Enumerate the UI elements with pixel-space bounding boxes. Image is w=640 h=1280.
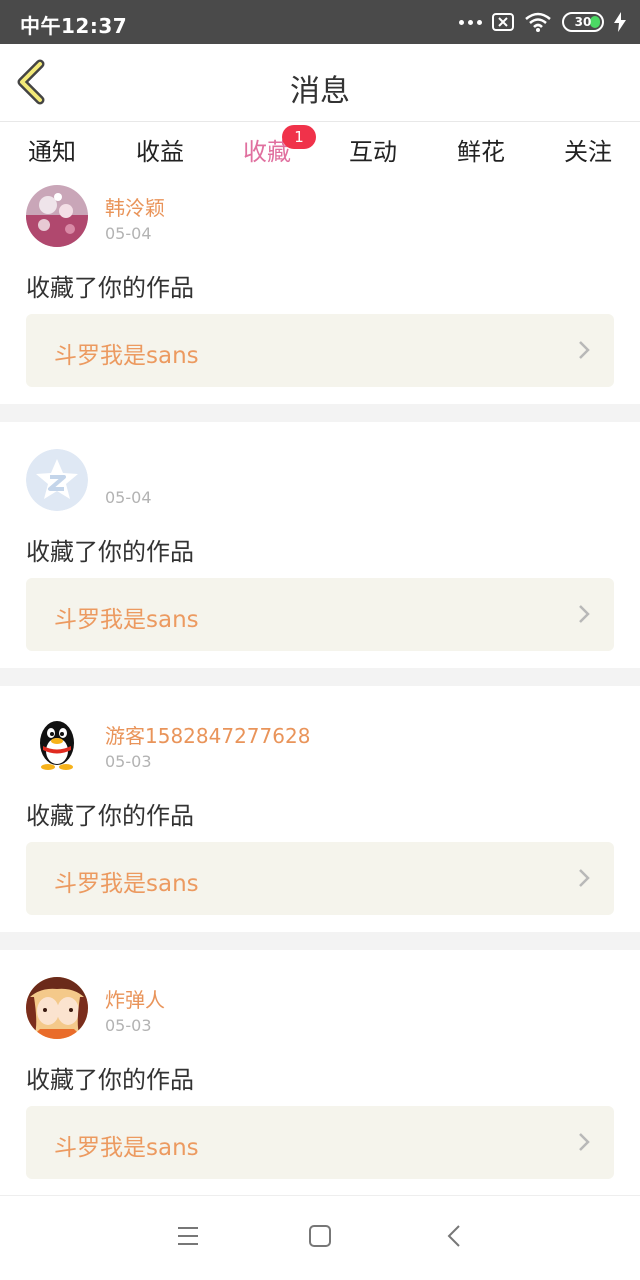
work-link[interactable]: 斗罗我是sans (26, 1106, 614, 1179)
user-avatar[interactable] (26, 977, 88, 1039)
tab-label: 收益 (136, 138, 184, 166)
header: 消息 (0, 44, 640, 122)
card-separator (0, 404, 640, 422)
more-dots-icon (459, 19, 482, 25)
work-link[interactable]: 斗罗我是sans (26, 578, 614, 651)
sim-blocked-icon (492, 13, 514, 31)
message-text: 收藏了你的作品 (26, 1066, 194, 1094)
work-title: 斗罗我是sans (54, 871, 199, 897)
message-card: 韩泠颖 05-04 收藏了你的作品 斗罗我是sans (0, 182, 640, 404)
anime-avatar-icon (26, 977, 88, 1039)
back-nav-button[interactable] (444, 1224, 464, 1252)
tab-notifications[interactable]: 通知 (2, 132, 102, 180)
tab-earnings[interactable]: 收益 (110, 132, 210, 180)
chevron-right-icon (579, 1133, 590, 1151)
status-icons: 30 (459, 8, 626, 36)
work-link[interactable]: 斗罗我是sans (26, 842, 614, 915)
back-triangle-icon (447, 1225, 460, 1247)
tab-label: 鲜花 (457, 138, 505, 166)
work-title: 斗罗我是sans (54, 343, 199, 369)
tab-badge: 1 (282, 125, 316, 149)
message-date: 05-03 (105, 752, 152, 771)
message-date: 05-04 (105, 224, 152, 243)
photo-avatar-icon (26, 185, 88, 247)
message-date: 05-04 (105, 488, 152, 507)
user-avatar[interactable] (26, 713, 88, 775)
penguin-avatar-icon (26, 713, 88, 775)
tab-following[interactable]: 关注 (538, 132, 638, 180)
menu-button[interactable] (176, 1224, 200, 1252)
chevron-right-icon (579, 341, 590, 359)
user-avatar[interactable] (26, 449, 88, 511)
card-separator (0, 932, 640, 950)
status-bar: 中午12:37 30 (0, 0, 640, 44)
card-separator (0, 668, 640, 686)
home-button[interactable] (308, 1224, 332, 1252)
wifi-icon (525, 12, 551, 32)
message-card: 游客1582847277628 05-03 收藏了你的作品 斗罗我是sans (0, 686, 640, 932)
charging-bolt-icon (614, 12, 626, 32)
tab-label: 互动 (349, 138, 397, 166)
menu-icon (178, 1227, 198, 1245)
work-title: 斗罗我是sans (54, 607, 199, 633)
username[interactable]: 炸弹人 (105, 984, 165, 1013)
tab-label: 关注 (564, 138, 612, 166)
home-square-icon (309, 1225, 331, 1247)
battery-level: 30 (574, 15, 592, 29)
tab-favorites[interactable]: 收藏 1 (217, 125, 317, 187)
message-text: 收藏了你的作品 (26, 538, 194, 566)
chevron-right-icon (579, 605, 590, 623)
tab-label: 通知 (28, 138, 76, 166)
page-title: 消息 (290, 74, 350, 109)
username[interactable]: 游客1582847277628 (105, 720, 310, 749)
chevron-right-icon (579, 869, 590, 887)
qzone-star-avatar-icon (26, 449, 88, 511)
work-link[interactable]: 斗罗我是sans (26, 314, 614, 387)
tab-interactions[interactable]: 互动 (323, 132, 423, 180)
work-title: 斗罗我是sans (54, 1135, 199, 1161)
tab-flowers[interactable]: 鲜花 (431, 132, 531, 180)
tab-bar: 通知 收益 收藏 1 互动 鲜花 关注 (0, 122, 640, 187)
message-card: 炸弹人 05-03 收藏了你的作品 斗罗我是sans (0, 950, 640, 1195)
message-date: 05-03 (105, 1016, 152, 1035)
system-nav-bar (0, 1195, 640, 1280)
battery-icon: 30 (562, 12, 604, 32)
user-avatar[interactable] (26, 185, 88, 247)
message-card: 05-04 收藏了你的作品 斗罗我是sans (0, 422, 640, 668)
message-text: 收藏了你的作品 (26, 274, 194, 302)
status-time: 中午12:37 (20, 14, 128, 38)
username[interactable]: 韩泠颖 (105, 192, 165, 221)
message-text: 收藏了你的作品 (26, 802, 194, 830)
